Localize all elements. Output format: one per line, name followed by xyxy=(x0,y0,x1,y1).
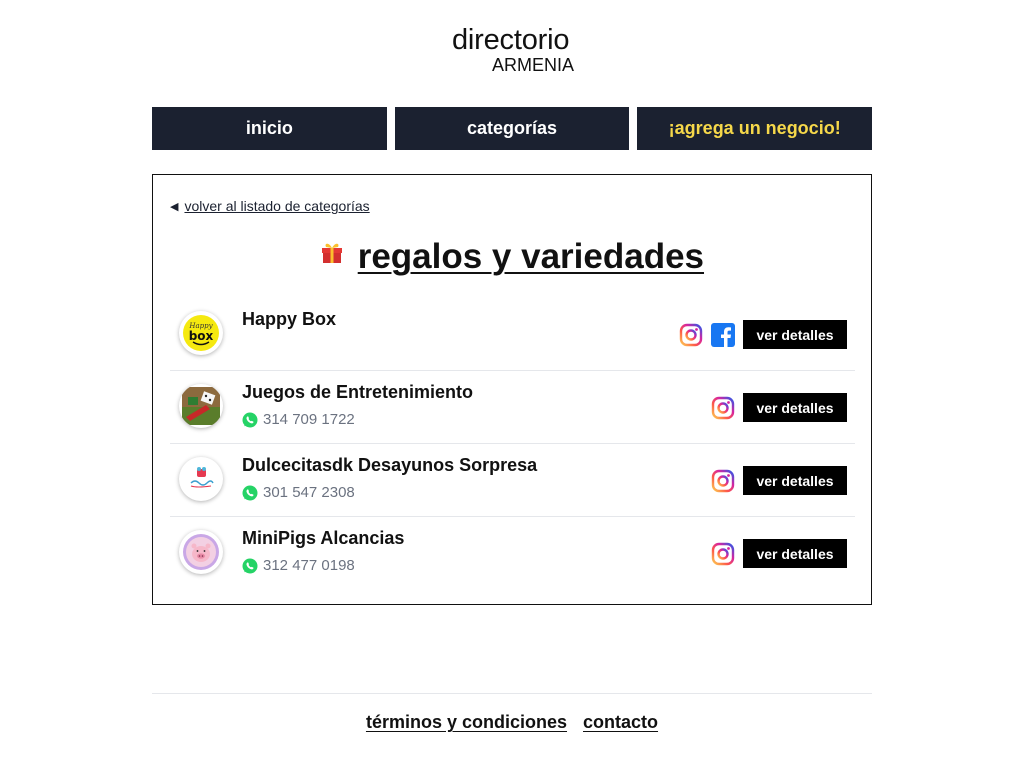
main-nav: inicio categorías ¡agrega un negocio! xyxy=(152,107,873,150)
whatsapp-icon xyxy=(242,558,258,574)
ver-detalles-button[interactable]: ver detalles xyxy=(743,539,847,568)
nav-inicio-button[interactable]: inicio xyxy=(152,107,387,150)
ver-detalles-button[interactable]: ver detalles xyxy=(743,466,847,495)
business-avatar[interactable]: Happy box xyxy=(179,311,223,355)
business-actions: ver detalles xyxy=(711,539,847,568)
category-title-link[interactable]: regalos y variedades xyxy=(358,237,704,276)
ver-detalles-button[interactable]: ver detalles xyxy=(743,320,847,349)
terms-link[interactable]: términos y condiciones xyxy=(366,712,567,733)
business-list: Happy box Happy Box ver detalles Juegos … xyxy=(170,298,855,590)
instagram-icon[interactable] xyxy=(711,542,735,566)
gift-icon xyxy=(320,233,344,273)
whatsapp-icon xyxy=(242,485,258,501)
business-avatar[interactable] xyxy=(179,530,223,574)
business-phone[interactable]: 312 477 0198 xyxy=(242,557,355,574)
business-phone-number: 301 547 2308 xyxy=(263,484,355,501)
whatsapp-icon xyxy=(242,412,258,428)
business-name[interactable]: Happy Box xyxy=(242,309,336,330)
category-title: regalos y variedades xyxy=(153,237,871,279)
business-avatar[interactable] xyxy=(179,384,223,428)
business-avatar[interactable] xyxy=(179,457,223,501)
logo-title: directorio xyxy=(452,24,570,56)
back-link[interactable]: volver al listado de categorías xyxy=(184,198,369,214)
svg-text:box: box xyxy=(189,329,214,343)
business-phone[interactable]: 314 709 1722 xyxy=(242,411,355,428)
instagram-icon[interactable] xyxy=(711,469,735,493)
business-actions: ver detalles xyxy=(711,466,847,495)
site-logo[interactable]: directorio ARMENIA xyxy=(452,24,574,75)
nav-categorias-button[interactable]: categorías xyxy=(394,107,630,150)
business-name[interactable]: Juegos de Entretenimiento xyxy=(242,382,473,403)
business-row: Dulcecitasdk Desayunos Sorpresa 301 547 … xyxy=(170,444,855,517)
business-row: Juegos de Entretenimiento 314 709 1722 v… xyxy=(170,371,855,444)
ver-detalles-button[interactable]: ver detalles xyxy=(743,393,847,422)
footer: términos y condiciones contacto xyxy=(0,712,1024,733)
instagram-icon[interactable] xyxy=(679,323,703,347)
back-to-categories[interactable]: ◀ volver al listado de categorías xyxy=(170,198,370,214)
business-name[interactable]: Dulcecitasdk Desayunos Sorpresa xyxy=(242,455,537,476)
contact-link[interactable]: contacto xyxy=(583,712,658,733)
footer-divider xyxy=(152,693,872,694)
instagram-icon[interactable] xyxy=(711,396,735,420)
triangle-left-icon: ◀ xyxy=(170,200,179,213)
business-phone-number: 312 477 0198 xyxy=(263,557,355,574)
business-phone-number: 314 709 1722 xyxy=(263,411,355,428)
facebook-icon[interactable] xyxy=(711,322,735,347)
business-name[interactable]: MiniPigs Alcancias xyxy=(242,528,404,549)
business-row: MiniPigs Alcancias 312 477 0198 ver deta… xyxy=(170,517,855,590)
business-actions: ver detalles xyxy=(679,320,847,349)
category-card: ◀ volver al listado de categorías regalo… xyxy=(152,174,872,605)
business-actions: ver detalles xyxy=(711,393,847,422)
business-phone[interactable]: 301 547 2308 xyxy=(242,484,355,501)
logo-subtitle: ARMENIA xyxy=(491,55,574,75)
nav-add-business-button[interactable]: ¡agrega un negocio! xyxy=(637,107,873,150)
business-row: Happy box Happy Box ver detalles xyxy=(170,298,855,371)
